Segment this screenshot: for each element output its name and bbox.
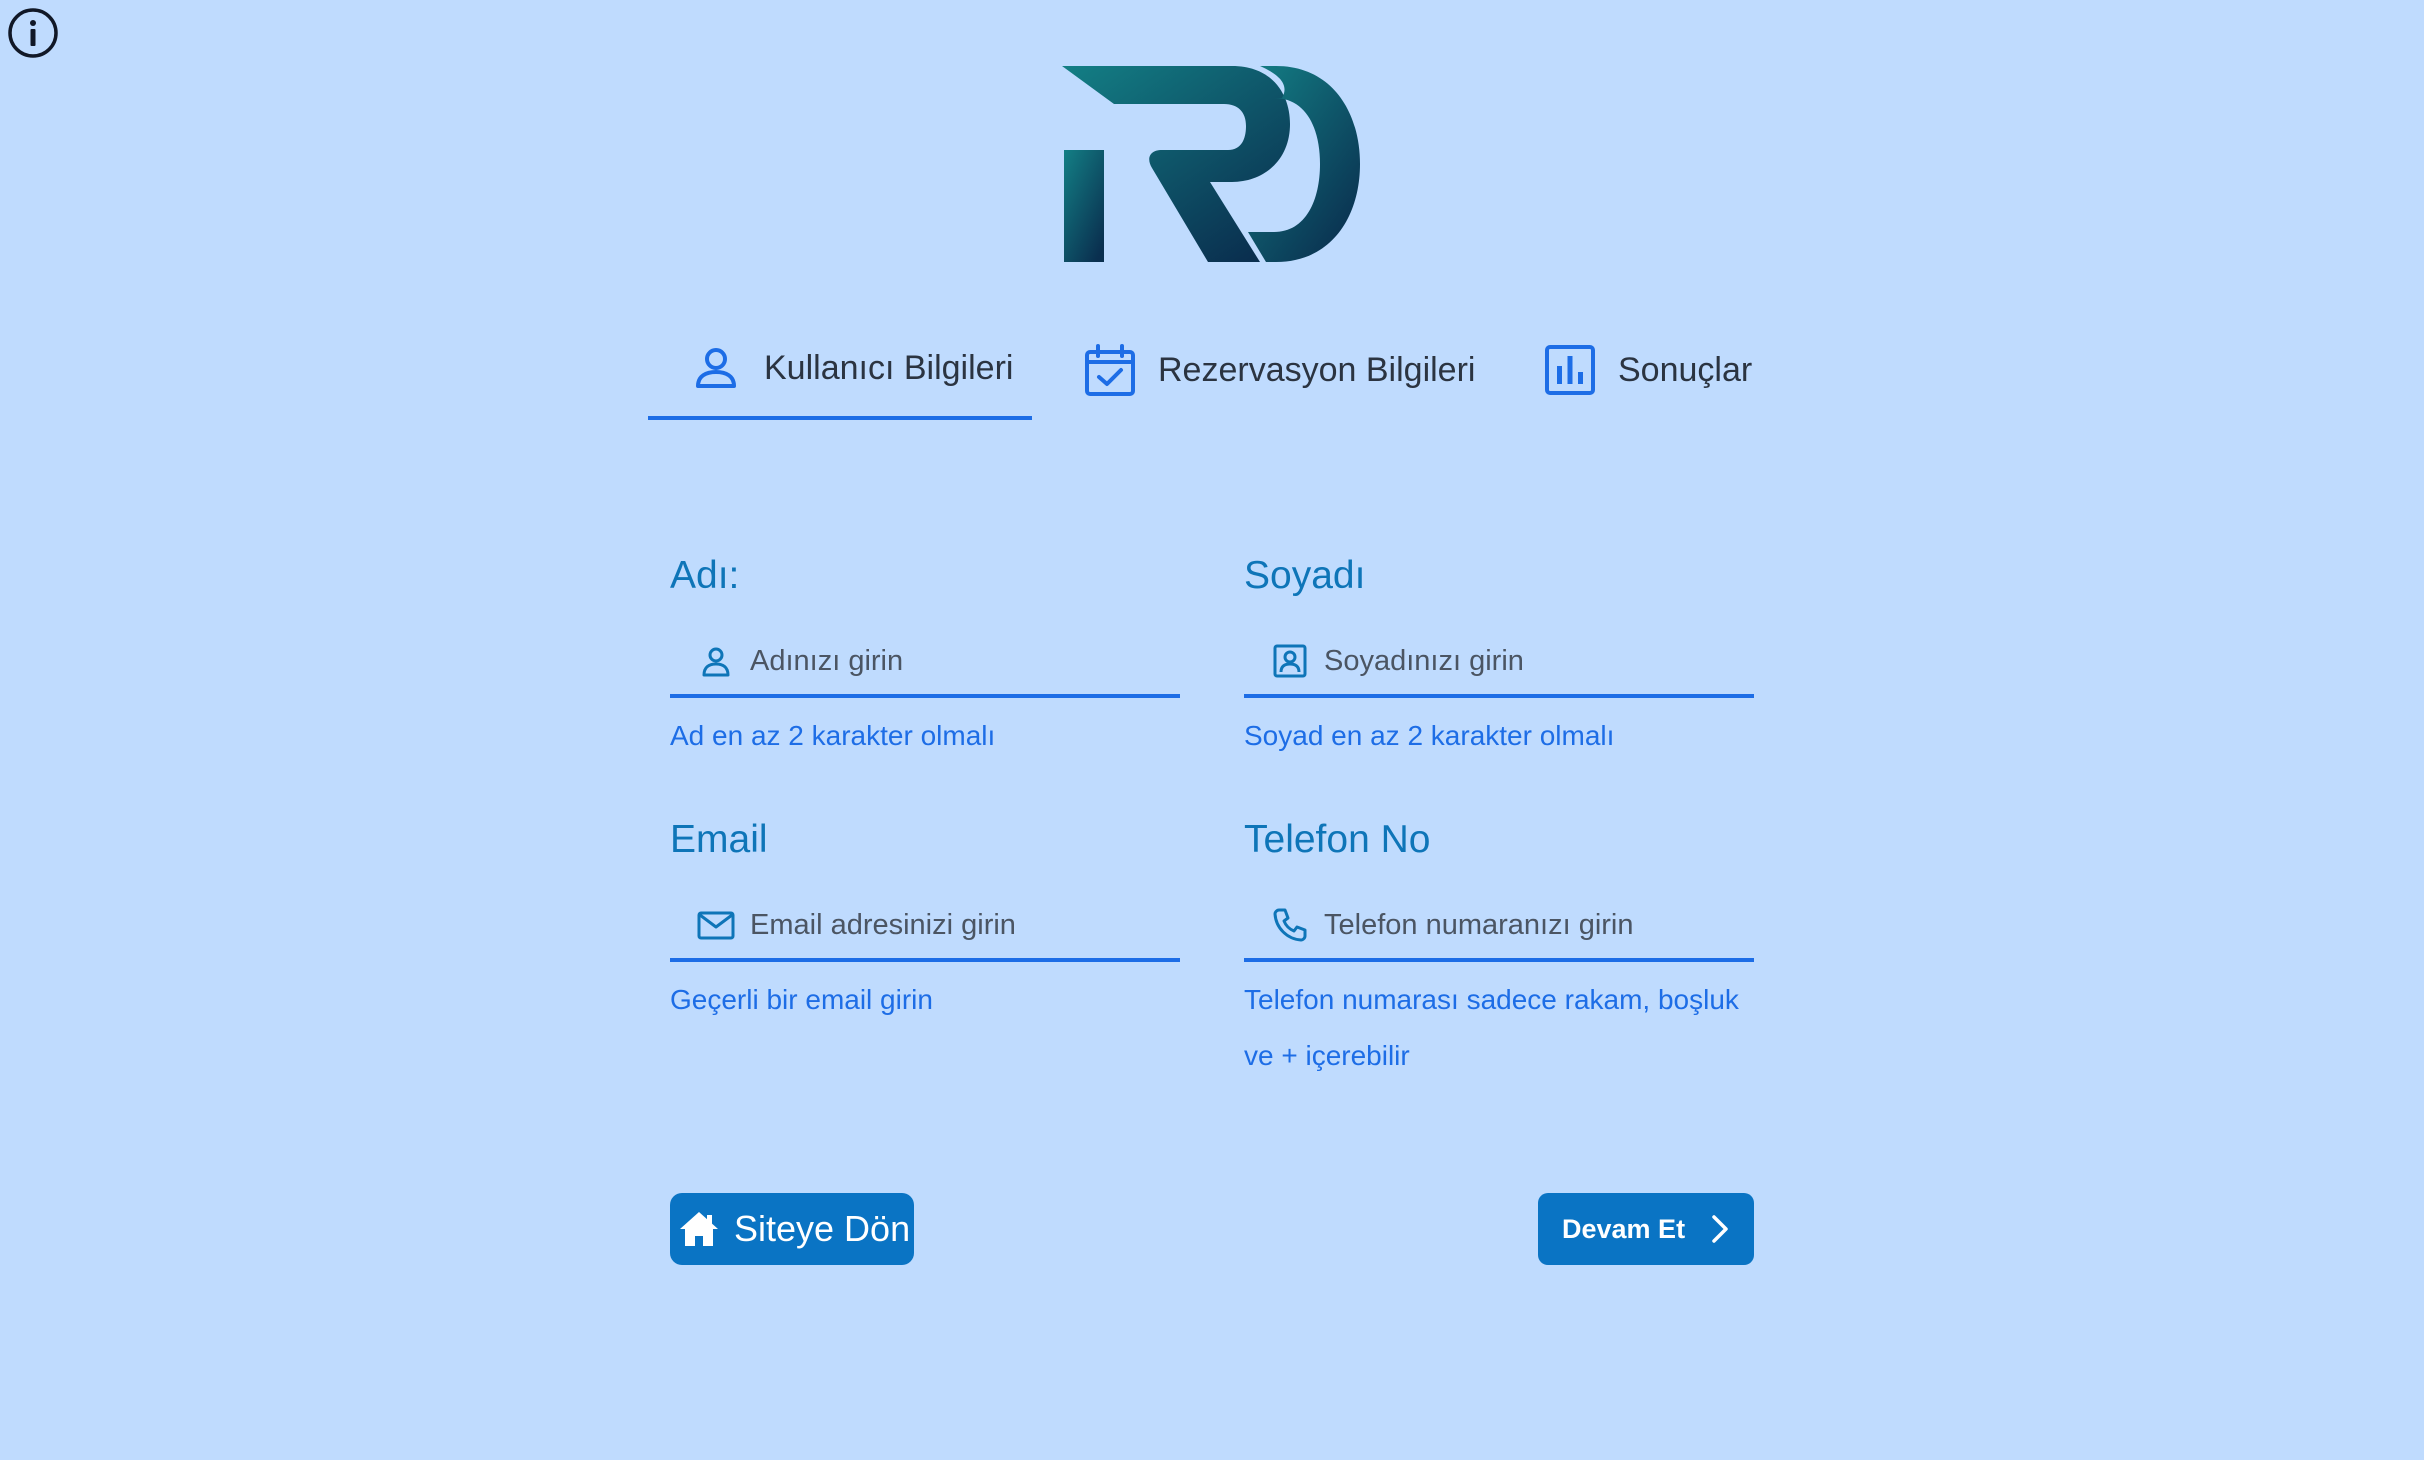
- tab-user-info[interactable]: Kullanıcı Bilgileri: [648, 320, 1032, 420]
- last-name-label: Soyadı: [1244, 554, 1366, 597]
- user-icon: [702, 647, 730, 677]
- back-to-site-button[interactable]: Siteye Dön: [670, 1193, 914, 1265]
- first-name-input[interactable]: [750, 644, 1170, 678]
- last-name-input[interactable]: [1324, 644, 1744, 678]
- tab-user-info-label: Kullanıcı Bilgileri: [764, 348, 1014, 387]
- rd-logo-icon: [1062, 66, 1360, 262]
- user-icon: [696, 348, 736, 388]
- email-hint: Geçerli bir email girin: [670, 984, 933, 1015]
- first-name-label: Adı:: [670, 554, 740, 597]
- step-tabs: Kullanıcı Bilgileri Rezervasyon Bilgiler…: [648, 320, 1768, 420]
- last-name-hint: Soyad en az 2 karakter olmalı: [1244, 720, 1615, 751]
- email-input-wrap[interactable]: [670, 892, 1180, 962]
- tab-results-label: Sonuçlar: [1618, 350, 1753, 389]
- first-name-group: Adı: Ad en az 2 karakter olmalı: [670, 548, 1180, 764]
- tab-results[interactable]: Sonuçlar: [1542, 320, 1772, 420]
- last-name-group: Soyadı Soyad en az 2 karakter olmalı: [1244, 548, 1754, 764]
- phone-icon: [1273, 908, 1307, 942]
- phone-hint: Telefon numarası sadece rakam, boşluk ve…: [1244, 984, 1739, 1071]
- phone-input[interactable]: [1324, 908, 1744, 942]
- phone-label: Telefon No: [1244, 818, 1431, 861]
- phone-group: Telefon No Telefon numarası sadece rakam…: [1244, 812, 1754, 1084]
- phone-input-wrap[interactable]: [1244, 892, 1754, 962]
- first-name-hint: Ad en az 2 karakter olmalı: [670, 720, 996, 751]
- email-input[interactable]: [750, 908, 1170, 942]
- home-icon: [680, 1212, 718, 1246]
- last-name-input-wrap[interactable]: [1244, 628, 1754, 698]
- info-button[interactable]: [2, 4, 60, 62]
- email-label: Email: [670, 818, 768, 861]
- chevron-right-icon: [1712, 1215, 1728, 1243]
- logo: [1060, 64, 1362, 266]
- info-circle-icon: [8, 8, 58, 58]
- back-to-site-label: Siteye Dön: [734, 1208, 911, 1249]
- tab-reservation-info[interactable]: Rezervasyon Bilgileri: [1082, 320, 1482, 420]
- mail-icon: [697, 911, 735, 940]
- tab-reservation-info-label: Rezervasyon Bilgileri: [1158, 350, 1476, 389]
- continue-button[interactable]: Devam Et: [1538, 1193, 1754, 1265]
- calendar-check-icon: [1085, 344, 1135, 396]
- first-name-input-wrap[interactable]: [670, 628, 1180, 698]
- bar-chart-icon: [1545, 345, 1595, 395]
- contact-card-icon: [1273, 644, 1307, 678]
- email-group: Email Geçerli bir email girin: [670, 812, 1180, 1028]
- continue-label: Devam Et: [1562, 1213, 1686, 1244]
